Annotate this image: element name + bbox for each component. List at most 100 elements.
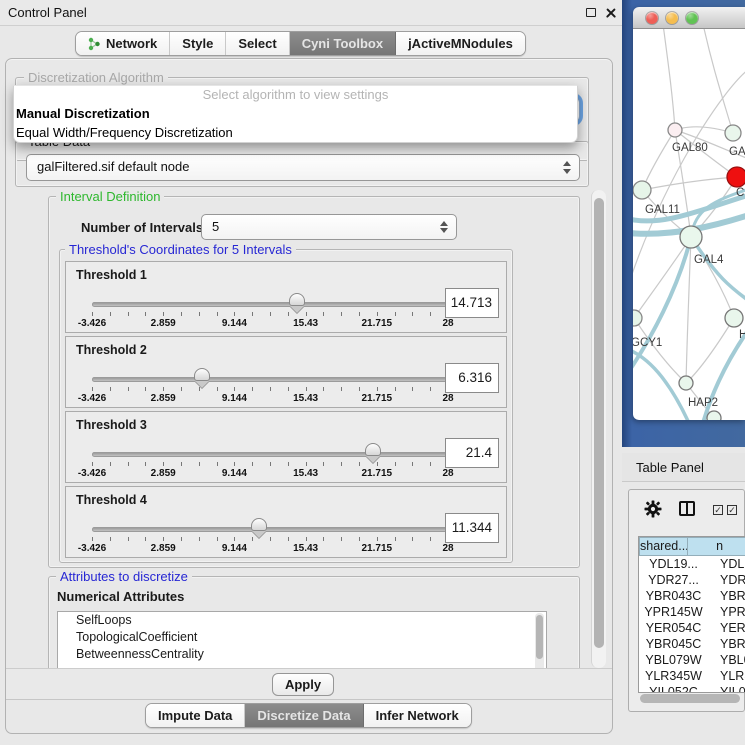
- threshold-label: Threshold 3: [76, 418, 147, 432]
- node-label: GA: [729, 146, 745, 158]
- table-row[interactable]: YLR345WYLR3: [639, 668, 745, 684]
- cell-name[interactable]: YDL1: [708, 556, 745, 572]
- close-icon[interactable]: [605, 7, 617, 19]
- gear-icon[interactable]: [644, 500, 662, 518]
- tab-infer-network[interactable]: Infer Network: [364, 704, 471, 727]
- node-label: GCY1: [633, 337, 662, 349]
- table-horizontal-scrollbar[interactable]: [632, 693, 744, 705]
- panel-scrollbar[interactable]: [591, 190, 606, 668]
- number-of-intervals-label: Number of Intervals: [81, 215, 203, 241]
- network-icon: [88, 37, 101, 51]
- list-scrollbar[interactable]: [535, 613, 544, 668]
- tab-impute-data[interactable]: Impute Data: [146, 704, 245, 727]
- column-header-shared-name[interactable]: shared...: [639, 537, 688, 556]
- table-row[interactable]: YPR145WYPR1: [639, 604, 745, 620]
- threshold-2-panel: Threshold 2 -3.4262.8599.14415.4321.7152…: [65, 336, 507, 408]
- cell-name[interactable]: YER0: [708, 620, 745, 636]
- slider-thumb[interactable]: [251, 518, 267, 531]
- dropdown-placeholder-option[interactable]: Select algorithm to view settings: [14, 86, 577, 104]
- cell-shared-name[interactable]: YBL079W: [639, 652, 708, 668]
- tab-network[interactable]: Network: [76, 32, 170, 55]
- cell-shared-name[interactable]: YIL052C: [639, 684, 708, 693]
- tab-cyni-toolbox[interactable]: Cyni Toolbox: [290, 32, 396, 55]
- network-canvas[interactable]: GAL80GACGAL11GAL4GCY1HHAP2: [633, 29, 745, 420]
- close-traffic-light[interactable]: [646, 12, 658, 24]
- dropdown-option-equal-width[interactable]: Equal Width/Frequency Discretization: [14, 123, 577, 142]
- cell-shared-name[interactable]: YBR045C: [639, 636, 708, 652]
- tab-select[interactable]: Select: [226, 32, 289, 55]
- cell-name[interactable]: YBR0: [708, 588, 745, 604]
- list-item[interactable]: SelfLoops: [58, 612, 546, 629]
- numerical-attributes-list: SelfLoops TopologicalCoefficient Between…: [57, 611, 547, 668]
- threshold-value-input[interactable]: 14.713: [445, 288, 499, 318]
- cell-shared-name[interactable]: YPR145W: [639, 604, 708, 620]
- table-data-dropdown[interactable]: galFiltered.sif default node: [26, 154, 580, 181]
- threshold-label: Threshold 1: [76, 268, 147, 282]
- cell-shared-name[interactable]: YBR043C: [639, 588, 708, 604]
- network-node[interactable]: [668, 123, 682, 137]
- threshold-value-input[interactable]: 6.316: [445, 363, 499, 393]
- number-of-intervals-dropdown[interactable]: 5: [201, 214, 457, 240]
- split-columns-icon[interactable]: [679, 501, 695, 516]
- slider-thumb[interactable]: [289, 293, 305, 306]
- network-node[interactable]: [725, 125, 741, 141]
- threshold-label: Threshold 4: [76, 493, 147, 507]
- network-node[interactable]: [707, 411, 721, 420]
- cell-name[interactable]: YBR0: [708, 636, 745, 652]
- table-row[interactable]: YDR27...YDR2: [639, 572, 745, 588]
- threshold-1-panel: Threshold 1 -3.4262.8599.14415.4321.7152…: [65, 261, 507, 333]
- zoom-traffic-light[interactable]: [686, 12, 698, 24]
- cell-shared-name[interactable]: YLR345W: [639, 668, 708, 684]
- interval-definition-group: Interval Definition Number of Intervals …: [48, 196, 580, 568]
- float-window-icon[interactable]: [586, 8, 596, 17]
- cell-shared-name[interactable]: YDR27...: [639, 572, 708, 588]
- threshold-slider[interactable]: [92, 527, 448, 532]
- network-node[interactable]: [680, 226, 702, 248]
- network-node[interactable]: [679, 376, 693, 390]
- tab-jactivemnodules[interactable]: jActiveMNodules: [396, 32, 525, 55]
- dropdown-option-manual[interactable]: Manual Discretization: [14, 104, 577, 123]
- threshold-value-input[interactable]: 11.344: [445, 513, 499, 543]
- column-header-name[interactable]: n: [688, 537, 745, 556]
- checkbox-icon[interactable]: ✓: [727, 505, 737, 515]
- network-node[interactable]: [727, 167, 745, 187]
- table-header-row: shared... n: [639, 537, 745, 556]
- cell-name[interactable]: YBL0: [708, 652, 745, 668]
- list-item[interactable]: BetweennessCentrality: [58, 646, 546, 663]
- table-row[interactable]: YIL052CYIL0: [639, 684, 745, 693]
- threshold-slider[interactable]: [92, 302, 448, 307]
- cell-shared-name[interactable]: YDL19...: [639, 556, 708, 572]
- minimize-traffic-light[interactable]: [666, 12, 678, 24]
- table-row[interactable]: YBR043CYBR0: [639, 588, 745, 604]
- cell-name[interactable]: YDR2: [708, 572, 745, 588]
- network-window-titlebar[interactable]: [633, 7, 745, 29]
- network-node[interactable]: [725, 309, 743, 327]
- threshold-slider[interactable]: [92, 377, 448, 382]
- checkbox-icon[interactable]: ✓: [713, 505, 723, 515]
- cell-shared-name[interactable]: YER054C: [639, 620, 708, 636]
- slider-thumb[interactable]: [365, 443, 381, 456]
- network-node[interactable]: [633, 310, 642, 326]
- list-item[interactable]: TopologicalCoefficient: [58, 629, 546, 646]
- table-row[interactable]: YDL19...YDL1: [639, 556, 745, 572]
- cell-name[interactable]: YLR3: [708, 668, 745, 684]
- threshold-slider[interactable]: [92, 452, 448, 457]
- table-panel-title: Table Panel: [636, 460, 704, 475]
- cell-name[interactable]: YPR1: [708, 604, 745, 620]
- table-panel: ✓ ✓ shared... n YDL19...YDL1YDR27...YDR2…: [628, 489, 745, 712]
- network-node[interactable]: [633, 181, 651, 199]
- settings-scroll-viewport: Interval Definition Number of Intervals …: [7, 188, 589, 668]
- tab-discretize-data[interactable]: Discretize Data: [245, 704, 363, 727]
- apply-button[interactable]: Apply: [272, 673, 334, 696]
- table-row[interactable]: YBR045CYBR0: [639, 636, 745, 652]
- tab-label: Style: [182, 36, 213, 51]
- node-label: C: [736, 187, 744, 199]
- tab-style[interactable]: Style: [170, 32, 226, 55]
- cell-name[interactable]: YIL0: [708, 684, 745, 693]
- table-row[interactable]: YER054CYER0: [639, 620, 745, 636]
- threshold-coordinates-group: Threshold's Coordinates for 5 Intervals …: [59, 249, 513, 563]
- threshold-value-input[interactable]: 21.4: [445, 438, 499, 468]
- table-row[interactable]: YBL079WYBL0: [639, 652, 745, 668]
- slider-thumb[interactable]: [194, 368, 210, 381]
- node-label: GAL11: [645, 204, 680, 216]
